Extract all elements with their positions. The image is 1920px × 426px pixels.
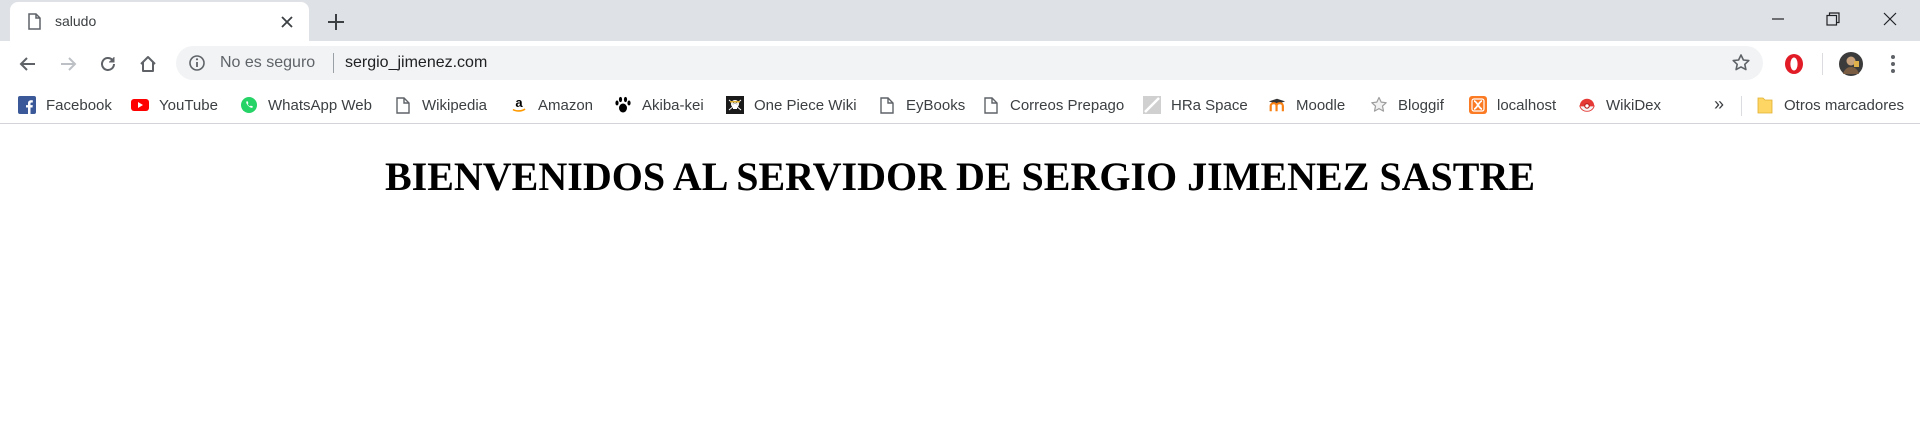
divider	[1741, 96, 1742, 116]
minimize-button[interactable]	[1763, 6, 1793, 32]
bookmark-facebook[interactable]: Facebook	[18, 95, 112, 115]
close-icon	[1883, 12, 1897, 26]
bookmark-eybooks[interactable]: EyBooks	[878, 95, 965, 115]
bookmark-label: One Piece Wiki	[754, 96, 857, 114]
more-vert-icon	[1891, 55, 1895, 73]
bookmark-bloggif[interactable]: Bloggif	[1370, 95, 1444, 115]
bookmark-label: Wikipedia	[422, 96, 488, 114]
bookmark-moodle[interactable]: Moodle	[1268, 95, 1345, 115]
bookmarks-bar: Facebook YouTube WhatsApp Web Wikipedia …	[0, 86, 1920, 124]
restore-button[interactable]	[1818, 6, 1848, 32]
restore-icon	[1826, 12, 1840, 26]
skull-icon	[726, 96, 744, 114]
divider	[333, 53, 334, 73]
tab-title: saludo	[55, 13, 97, 29]
minimize-icon	[1772, 18, 1784, 20]
page-icon	[878, 96, 896, 114]
bookmark-localhost[interactable]: localhost	[1469, 95, 1556, 115]
bookmark-wikidex[interactable]: WikiDex	[1578, 95, 1661, 115]
page-icon	[28, 13, 41, 30]
page-content: BIENVENIDOS AL SERVIDOR DE SERGIO JIMENE…	[0, 125, 1920, 426]
bookmark-whatsapp[interactable]: WhatsApp Web	[240, 95, 372, 115]
menu-button[interactable]	[1880, 51, 1906, 77]
bookmark-label: Otros marcadores	[1784, 96, 1905, 114]
bookmark-label: WikiDex	[1606, 96, 1661, 114]
info-icon[interactable]	[188, 54, 206, 72]
forward-button[interactable]	[54, 50, 82, 78]
close-icon[interactable]	[277, 12, 297, 32]
toolbar: No es seguro sergio_jimenez.com	[0, 41, 1920, 86]
url-text[interactable]: sergio_jimenez.com	[345, 54, 487, 72]
reload-icon	[101, 57, 115, 71]
bookmark-correos-prepago[interactable]: Correos Prepago	[982, 95, 1124, 115]
bookmark-akiba-kei[interactable]: Akiba-kei	[614, 95, 704, 115]
bookmark-label: Facebook	[46, 96, 112, 114]
bookmark-wikipedia[interactable]: Wikipedia	[394, 95, 487, 115]
bookmark-label: Bloggif	[1398, 96, 1444, 114]
home-icon	[140, 56, 156, 72]
whatsapp-icon	[240, 96, 258, 114]
bookmark-amazon[interactable]: a Amazon	[510, 95, 593, 115]
security-label[interactable]: No es seguro	[220, 54, 315, 72]
page-heading: BIENVENIDOS AL SERVIDOR DE SERGIO JIMENE…	[384, 154, 1536, 199]
profile-button[interactable]	[1838, 51, 1864, 77]
bookmark-label: Correos Prepago	[1010, 96, 1125, 114]
bookmark-youtube[interactable]: YouTube	[131, 95, 218, 115]
divider	[1822, 53, 1823, 75]
new-tab-button[interactable]	[324, 10, 348, 34]
svg-text:a: a	[515, 96, 523, 110]
home-button[interactable]	[134, 50, 162, 78]
window-close-button[interactable]	[1875, 6, 1905, 32]
arrow-right-icon	[61, 57, 77, 71]
star-outline-icon	[1370, 96, 1388, 114]
bookmark-label: Amazon	[538, 96, 594, 114]
bookmark-label: Akiba-kei	[642, 96, 704, 114]
paw-icon	[614, 96, 632, 114]
tab-strip: saludo	[0, 0, 1920, 41]
address-bar[interactable]: No es seguro sergio_jimenez.com	[176, 46, 1763, 80]
pokeball-icon	[1578, 96, 1596, 114]
back-button[interactable]	[14, 50, 42, 78]
other-bookmarks-folder[interactable]: Otros marcadores	[1756, 95, 1904, 115]
opera-extension-button[interactable]	[1781, 51, 1807, 77]
bookmark-label: YouTube	[159, 96, 218, 114]
folder-icon	[1756, 96, 1774, 114]
bookmark-label: WhatsApp Web	[268, 96, 372, 114]
bookmark-hra-space[interactable]: HRa Space	[1143, 95, 1248, 115]
bookmarks-overflow-button[interactable]: »	[1714, 94, 1724, 115]
reload-button[interactable]	[94, 50, 122, 78]
bookmark-label: localhost	[1497, 96, 1557, 114]
bookmark-label: EyBooks	[906, 96, 966, 114]
bookmark-one-piece-wiki[interactable]: One Piece Wiki	[726, 95, 857, 115]
youtube-icon	[131, 96, 149, 114]
bookmark-label: HRa Space	[1171, 96, 1248, 114]
moodle-icon	[1268, 96, 1286, 114]
avatar	[1839, 52, 1863, 76]
bookmark-label: Moodle	[1296, 96, 1346, 114]
amazon-icon: a	[510, 96, 528, 114]
bookmark-star-icon[interactable]	[1731, 53, 1751, 73]
active-tab[interactable]: saludo	[10, 2, 309, 41]
page-icon	[394, 96, 412, 114]
opera-icon	[1785, 54, 1803, 74]
arrow-left-icon	[19, 57, 35, 71]
facebook-icon	[18, 96, 36, 114]
page-icon	[982, 96, 1000, 114]
hra-icon	[1143, 96, 1161, 114]
xampp-icon	[1469, 96, 1487, 114]
